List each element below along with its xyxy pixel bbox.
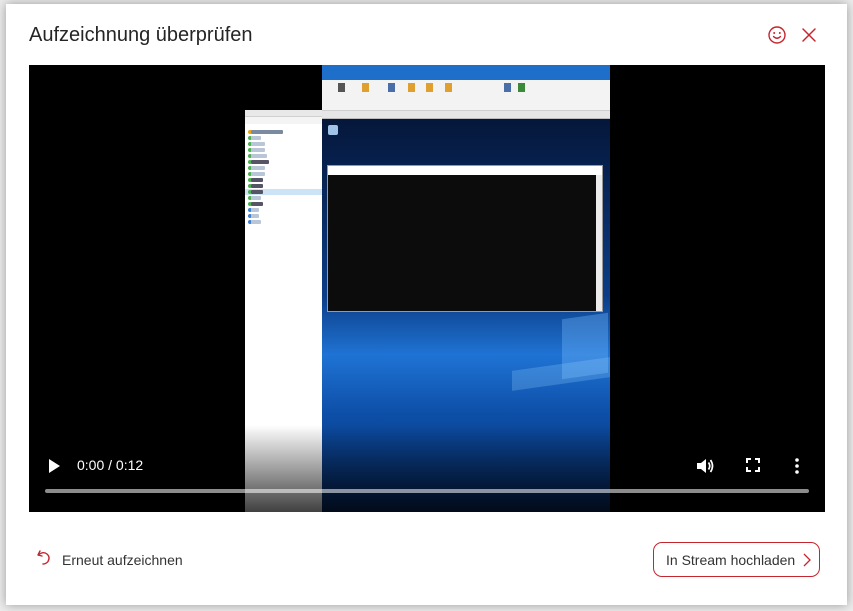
timecode: 0:00 / 0:12 <box>77 457 144 473</box>
video-player[interactable]: 0:00 / 0:12 <box>29 65 825 512</box>
close-icon[interactable] <box>796 22 822 48</box>
play-icon[interactable] <box>47 458 61 479</box>
more-options-icon[interactable] <box>794 457 800 480</box>
review-recording-dialog: Aufzeichnung überprüfen 0:00 / 0:12 Erne… <box>6 4 847 605</box>
fullscreen-icon[interactable] <box>745 457 761 478</box>
volume-icon[interactable] <box>695 457 715 480</box>
upload-label: In Stream hochladen <box>666 551 796 568</box>
smiley-icon[interactable] <box>764 22 790 48</box>
rerecord-label: Erneut aufzeichnen <box>62 551 183 568</box>
rerecord-button[interactable]: Erneut aufzeichnen <box>36 548 183 571</box>
chevron-right-icon <box>802 553 812 572</box>
dialog-title: Aufzeichnung überprüfen <box>29 24 253 46</box>
progress-bar[interactable] <box>45 489 809 493</box>
upload-to-stream-button[interactable]: In Stream hochladen <box>653 542 820 577</box>
undo-icon <box>36 548 52 571</box>
